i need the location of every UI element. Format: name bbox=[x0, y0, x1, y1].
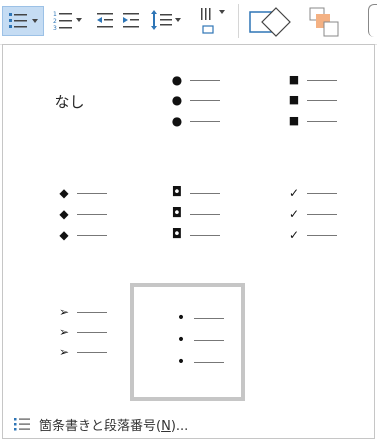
small-dot-bullet-icon: • bbox=[176, 332, 186, 348]
list-item: ➢ bbox=[57, 344, 107, 360]
bullet-style-hollow-square[interactable]: ◘ ◘ ◘ bbox=[126, 165, 239, 273]
list-item: ● bbox=[170, 72, 220, 88]
text-direction-button[interactable] bbox=[195, 6, 231, 36]
increase-indent-button[interactable] bbox=[119, 6, 143, 36]
filled-square-bullet-icon: ■ bbox=[288, 114, 300, 127]
checkmark-bullet-icon: ✓ bbox=[288, 186, 300, 200]
numbered-list-icon: 1 2 3 bbox=[53, 11, 82, 32]
list-item: ◆ bbox=[57, 206, 107, 222]
list-item: ➢ bbox=[57, 304, 107, 320]
bullets-button[interactable] bbox=[2, 6, 44, 36]
list-item: • bbox=[174, 332, 224, 348]
diamond-bullet-icon: ◆ bbox=[59, 228, 69, 242]
bullet-style-none[interactable]: なし bbox=[13, 53, 126, 161]
list-item: ■ bbox=[287, 92, 337, 108]
list-item: ✓ bbox=[287, 206, 337, 222]
bullet-style-small-dot[interactable]: • • • bbox=[130, 283, 245, 401]
decrease-indent-button[interactable] bbox=[93, 6, 117, 36]
filled-round-bullet-icon: ● bbox=[171, 93, 183, 107]
text-direction-icon bbox=[201, 8, 225, 34]
list-item: ◘ bbox=[170, 206, 220, 222]
bullets-gallery: なし ● ● ● ■ ■ ■ ◆ ◆ ◆ ◘ ◘ ◘ ✓ ✓ ✓ ➢ ➢ ➢ •… bbox=[2, 44, 375, 439]
ribbon-edge-button[interactable] bbox=[368, 4, 377, 37]
decrease-indent-icon bbox=[97, 13, 113, 28]
svg-text:1: 1 bbox=[53, 11, 57, 18]
bullets-and-numbering-label: 箇条書きと段落番号(N)... bbox=[39, 415, 188, 434]
bullet-style-arrowhead[interactable]: ➢ ➢ ➢ bbox=[13, 283, 126, 391]
numbering-button[interactable]: 1 2 3 bbox=[49, 6, 89, 36]
small-dot-bullet-icon: • bbox=[176, 310, 186, 326]
svg-text:3: 3 bbox=[53, 25, 57, 32]
filled-square-bullet-icon: ■ bbox=[288, 93, 300, 106]
list-item: ✓ bbox=[287, 185, 337, 201]
filled-square-bullet-icon: ■ bbox=[288, 73, 300, 86]
list-item: ● bbox=[170, 92, 220, 108]
bullet-list-icon bbox=[14, 418, 30, 431]
arrowhead-bullet-icon: ➢ bbox=[58, 345, 70, 359]
diamond-bullet-icon: ◆ bbox=[59, 186, 69, 200]
filled-round-bullet-icon: ● bbox=[171, 73, 183, 87]
hollow-square-bullet-icon: ◘ bbox=[171, 206, 183, 221]
diamond-bullet-icon: ◆ bbox=[59, 207, 69, 221]
arrowhead-bullet-icon: ➢ bbox=[58, 305, 70, 319]
shapes-icon bbox=[249, 7, 291, 37]
bullet-style-checkmark[interactable]: ✓ ✓ ✓ bbox=[243, 165, 356, 273]
svg-text:2: 2 bbox=[53, 18, 57, 25]
checkmark-bullet-icon: ✓ bbox=[288, 228, 300, 242]
label-after: )... bbox=[170, 418, 189, 434]
list-item: ■ bbox=[287, 113, 337, 129]
list-item: ◘ bbox=[170, 227, 220, 243]
arrange-button[interactable] bbox=[306, 6, 346, 37]
checkmark-bullet-icon: ✓ bbox=[288, 207, 300, 221]
list-item: • bbox=[174, 310, 224, 326]
arrange-icon bbox=[309, 7, 339, 37]
bullet-style-filled-square[interactable]: ■ ■ ■ bbox=[243, 53, 356, 161]
ribbon-toolbar: 1 2 3 bbox=[0, 0, 377, 45]
list-item: ✓ bbox=[287, 227, 337, 243]
list-item: ● bbox=[170, 113, 220, 129]
arrowhead-bullet-icon: ➢ bbox=[58, 325, 70, 339]
list-item: ◆ bbox=[57, 185, 107, 201]
bullet-list-icon bbox=[9, 13, 38, 28]
ribbon-separator bbox=[238, 4, 239, 38]
small-dot-bullet-icon: • bbox=[176, 354, 186, 370]
list-item: ■ bbox=[287, 72, 337, 88]
list-item: ◘ bbox=[170, 185, 220, 201]
hollow-square-bullet-icon: ◘ bbox=[171, 185, 183, 200]
filled-round-bullet-icon: ● bbox=[171, 114, 183, 128]
line-spacing-button[interactable] bbox=[147, 6, 183, 36]
list-item: ◆ bbox=[57, 227, 107, 243]
none-label: なし bbox=[54, 93, 85, 111]
increase-indent-icon bbox=[123, 13, 139, 28]
label-before: 箇条書きと段落番号( bbox=[39, 418, 162, 434]
list-item: ➢ bbox=[57, 324, 107, 340]
bullets-and-numbering-command[interactable]: 箇条書きと段落番号(N)... bbox=[3, 411, 374, 437]
bullet-style-diamond[interactable]: ◆ ◆ ◆ bbox=[13, 165, 126, 273]
mnemonic-key: N bbox=[161, 418, 171, 434]
list-item: • bbox=[174, 354, 224, 370]
shapes-button[interactable] bbox=[246, 6, 294, 37]
hollow-square-bullet-icon: ◘ bbox=[171, 227, 183, 242]
bullet-style-filled-round[interactable]: ● ● ● bbox=[126, 53, 239, 161]
line-spacing-icon bbox=[151, 10, 181, 30]
